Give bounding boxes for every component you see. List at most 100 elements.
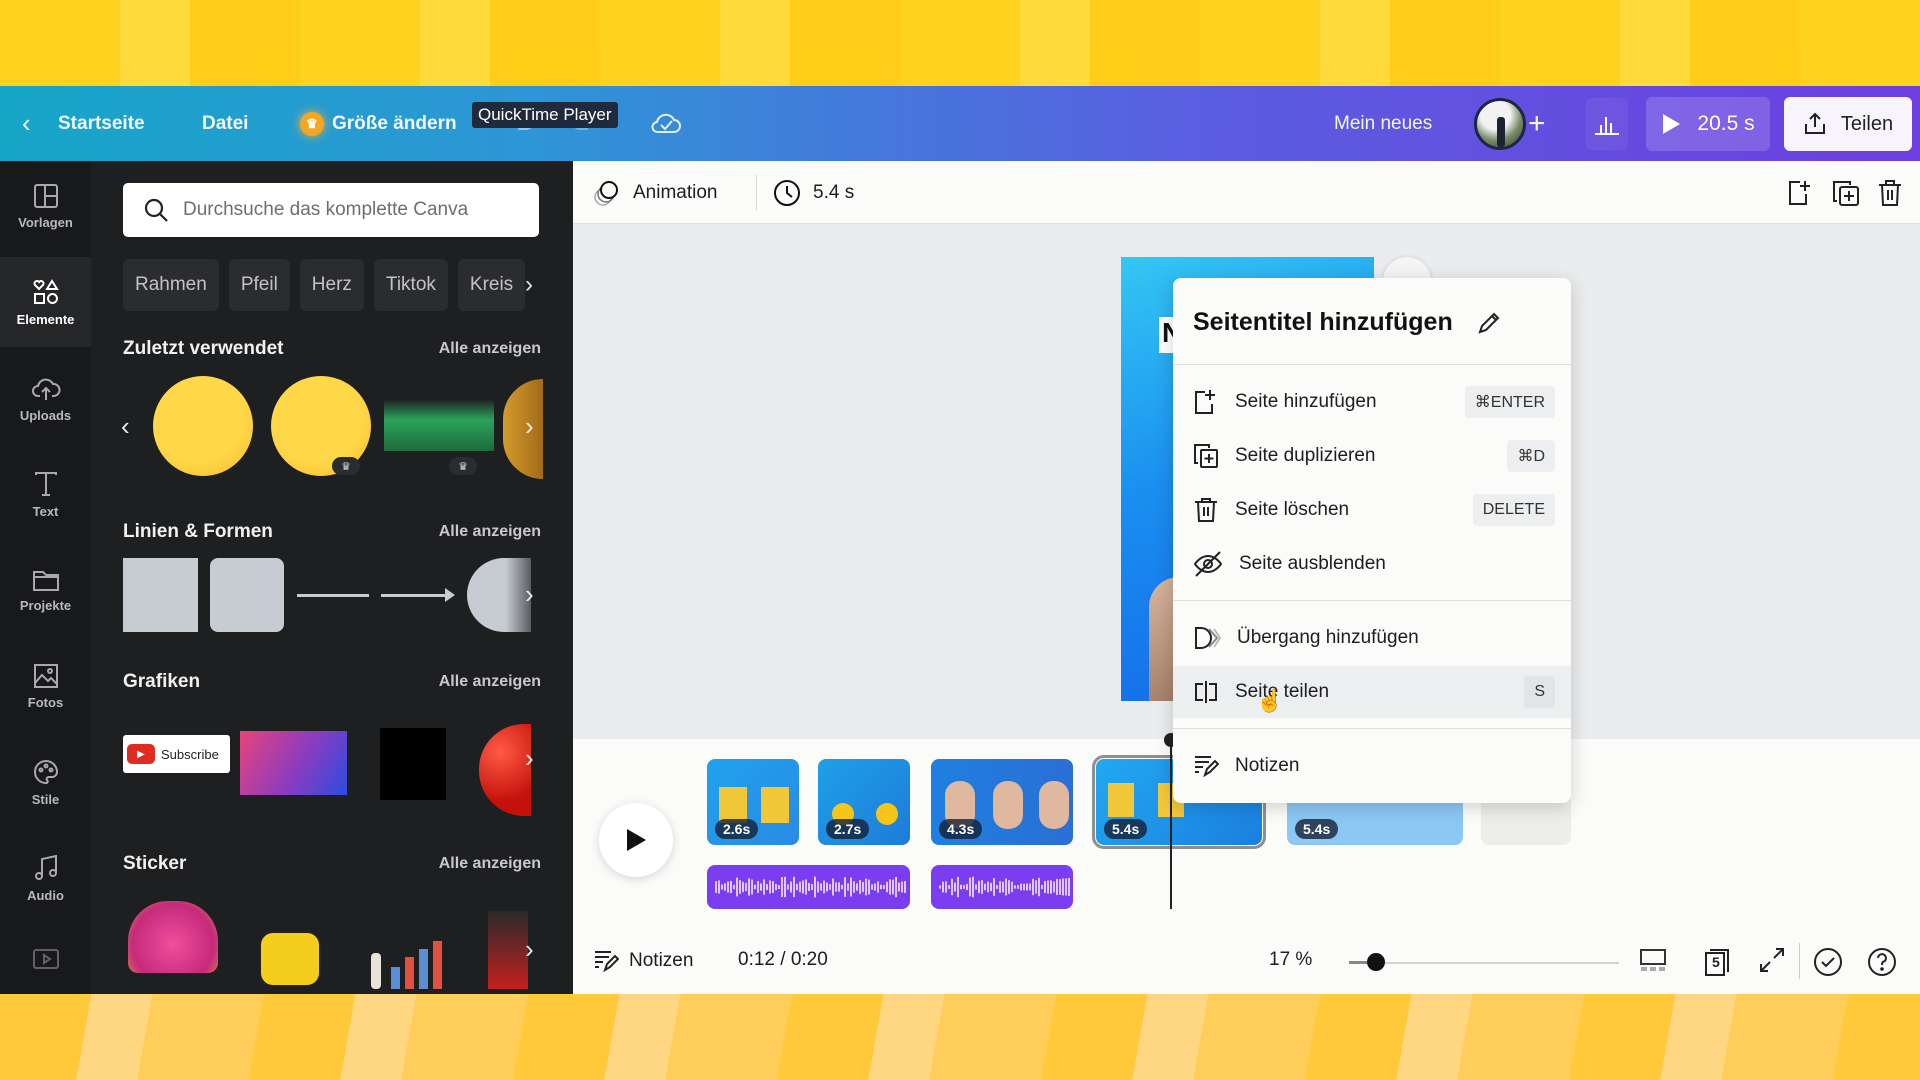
delete-page-icon[interactable] — [1877, 179, 1903, 212]
audio-track[interactable] — [931, 865, 1073, 909]
zoom-slider-knob[interactable] — [1366, 953, 1385, 971]
waveform-bar — [739, 880, 741, 894]
chips-next-chevron-icon[interactable]: › — [525, 271, 533, 299]
bar-chart-sticker[interactable] — [363, 933, 451, 993]
chip[interactable]: Herz — [299, 259, 364, 311]
next-chevron-icon[interactable]: › — [525, 934, 534, 965]
menu-item-duplicate-page[interactable]: Seite duplizieren ⌘D — [1173, 430, 1571, 482]
waveform-bar — [1020, 883, 1022, 891]
waveform-bar — [754, 884, 756, 890]
see-all-link[interactable]: Alle anzeigen — [439, 855, 541, 873]
jungle-leaves-graphic[interactable] — [384, 399, 494, 451]
document-title[interactable]: Mein neues — [1334, 113, 1432, 135]
fist-sticker[interactable] — [259, 931, 321, 987]
clip-emoji-thumb — [876, 803, 898, 825]
chip[interactable]: Rahmen — [123, 259, 219, 311]
line-shape[interactable] — [297, 594, 369, 597]
menu-item-hide-page[interactable]: Seite ausblenden — [1173, 538, 1571, 590]
clip-face-thumb — [993, 781, 1023, 829]
chip[interactable]: Kreis — [457, 259, 526, 311]
left-nav: Vorlagen Elemente Uploads Text Projekte … — [0, 161, 91, 994]
background-bottom — [0, 994, 1920, 1080]
nav-styles[interactable]: Stile — [0, 737, 91, 827]
waveform-bar — [829, 884, 831, 890]
menu-item-notes[interactable]: Notizen — [1173, 740, 1571, 792]
suggestion-chips: Rahmen Pfeil Herz Tiktok Kreis — [123, 259, 526, 311]
subscribe-graphic[interactable]: ▶ Subscribe — [123, 735, 230, 773]
menu-title[interactable]: Seitentitel hinzufügen — [1193, 308, 1501, 337]
nav-templates[interactable]: Vorlagen — [0, 161, 91, 251]
file-menu[interactable]: Datei — [202, 113, 248, 135]
nav-video[interactable] — [0, 929, 91, 989]
cloud-saved-icon[interactable] — [650, 108, 682, 141]
timeline-clip[interactable]: 2.6s — [707, 759, 799, 845]
see-all-link[interactable]: Alle anzeigen — [439, 523, 541, 541]
grid-view-icon[interactable] — [1639, 947, 1667, 980]
play-button[interactable] — [599, 803, 673, 877]
timeline-clip[interactable]: 4.3s — [931, 759, 1073, 845]
nav-photos[interactable]: Fotos — [0, 641, 91, 731]
prev-chevron-icon[interactable]: ‹ — [121, 411, 130, 442]
black-square-graphic[interactable] — [380, 728, 446, 800]
fullscreen-icon[interactable] — [1759, 947, 1785, 978]
pages-count-icon[interactable]: 5 — [1703, 947, 1733, 982]
duplicate-page-icon[interactable] — [1831, 179, 1861, 212]
playhead[interactable] — [1170, 739, 1172, 909]
duration-button[interactable]: 5.4 s — [773, 179, 854, 207]
avatar[interactable] — [1474, 98, 1526, 150]
zoom-slider-track[interactable] — [1349, 962, 1619, 964]
home-link[interactable]: Startseite — [58, 113, 145, 135]
resize-button[interactable]: ♛ Größe ändern — [300, 111, 457, 136]
rounded-square-shape[interactable] — [210, 558, 284, 632]
notes-button[interactable]: Notizen — [593, 949, 693, 973]
audio-track[interactable] — [707, 865, 910, 909]
search-input[interactable]: Durchsuche das komplette Canva — [123, 183, 539, 237]
share-button[interactable]: Teilen — [1784, 97, 1912, 151]
add-page-icon[interactable] — [1787, 179, 1813, 212]
waveform-bar — [942, 881, 944, 893]
trash-icon — [1195, 498, 1217, 522]
zoom-percent[interactable]: 17 % — [1269, 949, 1312, 971]
nav-uploads[interactable]: Uploads — [0, 353, 91, 443]
see-all-link[interactable]: Alle anzeigen — [439, 673, 541, 691]
menu-item-split-page[interactable]: Seite teilen S — [1173, 666, 1571, 718]
present-button[interactable]: 20.5 s — [1646, 97, 1770, 151]
nav-text[interactable]: Text — [0, 449, 91, 539]
nav-projects[interactable]: Projekte — [0, 545, 91, 635]
menu-item-add-transition[interactable]: Übergang hinzufügen — [1173, 612, 1571, 664]
invite-plus-icon[interactable]: + — [1528, 107, 1546, 141]
waveform-bar — [787, 884, 789, 890]
menu-item-delete-page[interactable]: Seite löschen DELETE — [1173, 484, 1571, 536]
square-shape[interactable] — [123, 558, 198, 632]
waveform-bar — [724, 883, 726, 891]
animation-button[interactable]: Animation — [593, 179, 718, 207]
eyeball-emoji[interactable] — [503, 379, 543, 479]
chip[interactable]: Pfeil — [228, 259, 290, 311]
arrow-line-shape[interactable] — [381, 594, 449, 597]
avatar-figure — [1497, 117, 1505, 147]
waveform-bar — [880, 884, 882, 890]
sticker-partial[interactable] — [488, 911, 528, 989]
timeline-clip[interactable]: 2.7s — [818, 759, 910, 845]
back-chevron-icon[interactable]: ‹ — [22, 108, 31, 139]
gradient-graphic[interactable] — [240, 731, 347, 795]
waveform-bar — [733, 884, 735, 890]
next-chevron-icon[interactable]: › — [525, 411, 534, 442]
waveform-bar — [1014, 885, 1016, 889]
nav-elements[interactable]: Elemente — [0, 257, 91, 347]
next-chevron-icon[interactable]: › — [525, 743, 534, 774]
nav-audio[interactable]: Audio — [0, 833, 91, 923]
heart-graphic[interactable] — [479, 724, 531, 816]
waveform-bar — [871, 884, 873, 890]
circle-shape[interactable] — [467, 558, 531, 632]
check-circle-icon[interactable] — [1813, 947, 1843, 982]
help-icon[interactable] — [1867, 947, 1897, 982]
analytics-button[interactable] — [1586, 98, 1628, 150]
menu-item-add-page[interactable]: Seite hinzufügen ⌘ENTER — [1173, 376, 1571, 428]
turkey-sticker[interactable] — [128, 901, 218, 973]
chip[interactable]: Tiktok — [373, 259, 448, 311]
waveform-bar — [769, 880, 771, 894]
next-chevron-icon[interactable]: › — [525, 579, 534, 610]
thinking-emoji[interactable] — [153, 376, 253, 476]
see-all-link[interactable]: Alle anzeigen — [439, 340, 541, 358]
